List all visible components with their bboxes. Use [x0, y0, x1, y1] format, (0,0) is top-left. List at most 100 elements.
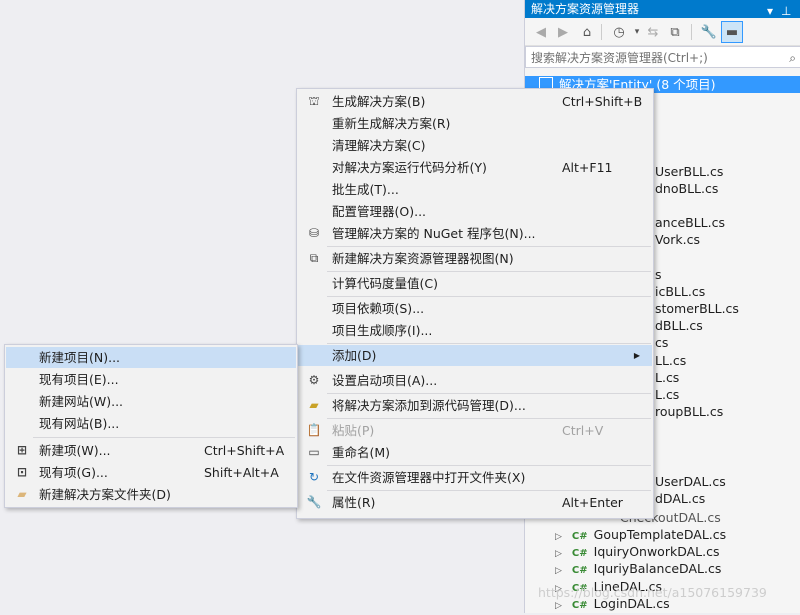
- watermark: https://blog.csdn.net/a15076159739: [538, 585, 767, 600]
- forward-icon[interactable]: ▶: [553, 22, 573, 42]
- home-icon[interactable]: ⌂: [577, 22, 597, 42]
- menu-item-label: 现有项(G)...: [39, 465, 108, 480]
- sync-icon[interactable]: ⇆: [643, 22, 663, 42]
- menu-item-project-dependencies[interactable]: 项目依赖项(S)...: [298, 298, 652, 319]
- menu-item-label: 新建解决方案资源管理器视图(N): [332, 251, 514, 266]
- menu-item-label: 管理解决方案的 NuGet 程序包(N)...: [332, 226, 536, 241]
- menu-item-calculate-code-metrics[interactable]: 计算代码度量值(C): [298, 273, 652, 294]
- tree-item[interactable]: UserBLL.cs: [655, 163, 723, 180]
- menu-separator: [33, 437, 295, 438]
- new-view-icon: ⧉: [309, 251, 319, 265]
- solution-explorer-title: 解决方案资源管理器: [531, 2, 640, 16]
- menu-item-label: 重命名(M): [332, 445, 391, 460]
- tree-item[interactable]: ▷ C# IquriyBalanceDAL.cs: [555, 560, 721, 577]
- tree-item[interactable]: UserDAL.cs: [655, 473, 726, 490]
- solution-explorer-toolbar: ◀ ▶ ⌂ ◷ ▾ ⇆ ⧉ 🔧 ▬: [525, 18, 800, 46]
- menu-item-label: 重新生成解决方案(R): [332, 116, 451, 131]
- preview-selected-icon[interactable]: ▬: [721, 21, 743, 43]
- menu-item-set-startup-projects[interactable]: ⚙ 设置启动项目(A)...: [298, 370, 652, 391]
- tree-item-label: IquiryOnworkDAL.cs: [593, 544, 720, 559]
- tree-item[interactable]: dnoBLL.cs: [655, 180, 718, 197]
- tree-item[interactable]: Vork.cs: [655, 231, 700, 248]
- menu-item-label: 现有项目(E)...: [39, 372, 119, 387]
- menu-item-paste[interactable]: 📋 粘贴(P) Ctrl+V: [298, 420, 652, 441]
- menu-item-label: 将解决方案添加到源代码管理(D)...: [332, 398, 526, 413]
- menu-item-add[interactable]: 添加(D) ▶: [298, 345, 652, 366]
- submenu-item-new-solution-folder[interactable]: ▰ 新建解决方案文件夹(D): [6, 484, 296, 505]
- expand-arrow-icon[interactable]: ▷: [555, 566, 562, 576]
- paste-icon: 📋: [306, 423, 322, 437]
- menu-item-rebuild-solution[interactable]: 重新生成解决方案(R): [298, 113, 652, 134]
- collapse-all-icon[interactable]: ⧉: [665, 22, 685, 42]
- menu-item-label: 属性(R): [332, 495, 376, 510]
- menu-item-shortcut: Ctrl+V: [562, 423, 604, 438]
- tree-item[interactable]: anceBLL.cs: [655, 214, 725, 231]
- menu-item-configuration-manager[interactable]: 配置管理器(O)...: [298, 201, 652, 222]
- menu-item-clean-solution[interactable]: 清理解决方案(C): [298, 135, 652, 156]
- submenu-item-existing-item[interactable]: ⊡ 现有项(G)... Shift+Alt+A: [6, 462, 296, 483]
- menu-item-new-explorer-view[interactable]: ⧉ 新建解决方案资源管理器视图(N): [298, 248, 652, 269]
- menu-item-properties[interactable]: 🔧 属性(R) Alt+Enter: [298, 492, 652, 513]
- properties-icon[interactable]: 🔧: [699, 22, 719, 42]
- tree-item[interactable]: icBLL.cs: [655, 283, 705, 300]
- tree-item[interactable]: L.cs: [655, 386, 679, 403]
- expand-arrow-icon[interactable]: ▷: [555, 532, 562, 542]
- tree-item[interactable]: L.cs: [655, 369, 679, 386]
- submenu-item-existing-project[interactable]: 现有项目(E)...: [6, 369, 296, 390]
- expand-arrow-icon[interactable]: ▷: [555, 549, 562, 559]
- menu-separator: [327, 343, 651, 344]
- menu-item-shortcut: Alt+Enter: [562, 495, 623, 510]
- csharp-file-icon: C#: [571, 548, 588, 559]
- solution-explorer-search-input[interactable]: 搜索解决方案资源管理器(Ctrl+;) ⌕: [525, 46, 800, 68]
- menu-separator: [327, 393, 651, 394]
- submenu-item-existing-website[interactable]: 现有网站(B)...: [6, 413, 296, 434]
- menu-separator: [327, 296, 651, 297]
- pending-changes-filter-icon[interactable]: ◷: [609, 22, 629, 42]
- submenu-item-new-project[interactable]: 新建项目(N)...: [6, 347, 296, 368]
- menu-item-label: 添加(D): [332, 348, 377, 363]
- tree-item[interactable]: s: [655, 266, 662, 283]
- menu-separator: [327, 465, 651, 466]
- new-folder-icon: ▰: [17, 487, 27, 501]
- menu-item-shortcut: Alt+F11: [562, 160, 613, 175]
- open-folder-icon: ↻: [308, 470, 320, 484]
- menu-item-label: 生成解决方案(B): [332, 94, 426, 109]
- expand-arrow-icon[interactable]: ▷: [555, 601, 562, 611]
- menu-separator: [327, 418, 651, 419]
- menu-item-open-in-file-explorer[interactable]: ↻ 在文件资源管理器中打开文件夹(X): [298, 467, 652, 488]
- csharp-file-icon: C#: [571, 565, 588, 576]
- tree-item[interactable]: ▷ C# GoupTemplateDAL.cs: [555, 526, 726, 543]
- menu-item-rename[interactable]: ▭ 重命名(M): [298, 442, 652, 463]
- tree-item[interactable]: roupBLL.cs: [655, 403, 723, 420]
- tree-item[interactable]: ▷ C# IquiryOnworkDAL.cs: [555, 543, 719, 560]
- menu-item-label: 粘贴(P): [332, 423, 375, 438]
- menu-item-label: 清理解决方案(C): [332, 138, 426, 153]
- rename-icon: ▭: [308, 445, 320, 459]
- menu-item-label: 现有网站(B)...: [39, 416, 120, 431]
- search-placeholder: 搜索解决方案资源管理器(Ctrl+;): [531, 51, 708, 65]
- tree-item[interactable]: dDAL.cs: [655, 490, 705, 507]
- tree-item[interactable]: stomerBLL.cs: [655, 300, 739, 317]
- menu-item-run-code-analysis[interactable]: 对解决方案运行代码分析(Y) Alt+F11: [298, 157, 652, 178]
- gear-icon: ⚙: [308, 373, 320, 387]
- search-icon[interactable]: ⌕: [789, 47, 796, 69]
- menu-item-label: 新建项(W)...: [39, 443, 111, 458]
- menu-item-shortcut: Ctrl+Shift+B: [562, 94, 643, 109]
- submenu-item-new-website[interactable]: 新建网站(W)...: [6, 391, 296, 412]
- submenu-item-new-item[interactable]: ⊞ 新建项(W)... Ctrl+Shift+A: [6, 440, 296, 461]
- tree-item[interactable]: cs: [655, 334, 668, 351]
- csharp-file-icon: C#: [571, 531, 588, 542]
- submenu-arrow-icon: ▶: [633, 351, 640, 360]
- new-item-icon: ⊞: [16, 443, 28, 457]
- menu-item-label: 对解决方案运行代码分析(Y): [332, 160, 487, 175]
- menu-item-shortcut: Ctrl+Shift+A: [204, 443, 285, 458]
- menu-item-add-to-source-control[interactable]: ▰ 将解决方案添加到源代码管理(D)...: [298, 395, 652, 416]
- tree-item[interactable]: LL.cs: [655, 352, 686, 369]
- menu-item-build-solution[interactable]: ⛫ 生成解决方案(B) Ctrl+Shift+B: [298, 91, 652, 112]
- back-icon[interactable]: ◀: [531, 22, 551, 42]
- menu-item-project-build-order[interactable]: 项目生成顺序(I)...: [298, 320, 652, 341]
- menu-item-label: 新建项目(N)...: [39, 350, 121, 365]
- menu-item-batch-build[interactable]: 批生成(T)...: [298, 179, 652, 200]
- menu-item-manage-nuget[interactable]: ⛁ 管理解决方案的 NuGet 程序包(N)...: [298, 223, 652, 244]
- tree-item[interactable]: dBLL.cs: [655, 317, 703, 334]
